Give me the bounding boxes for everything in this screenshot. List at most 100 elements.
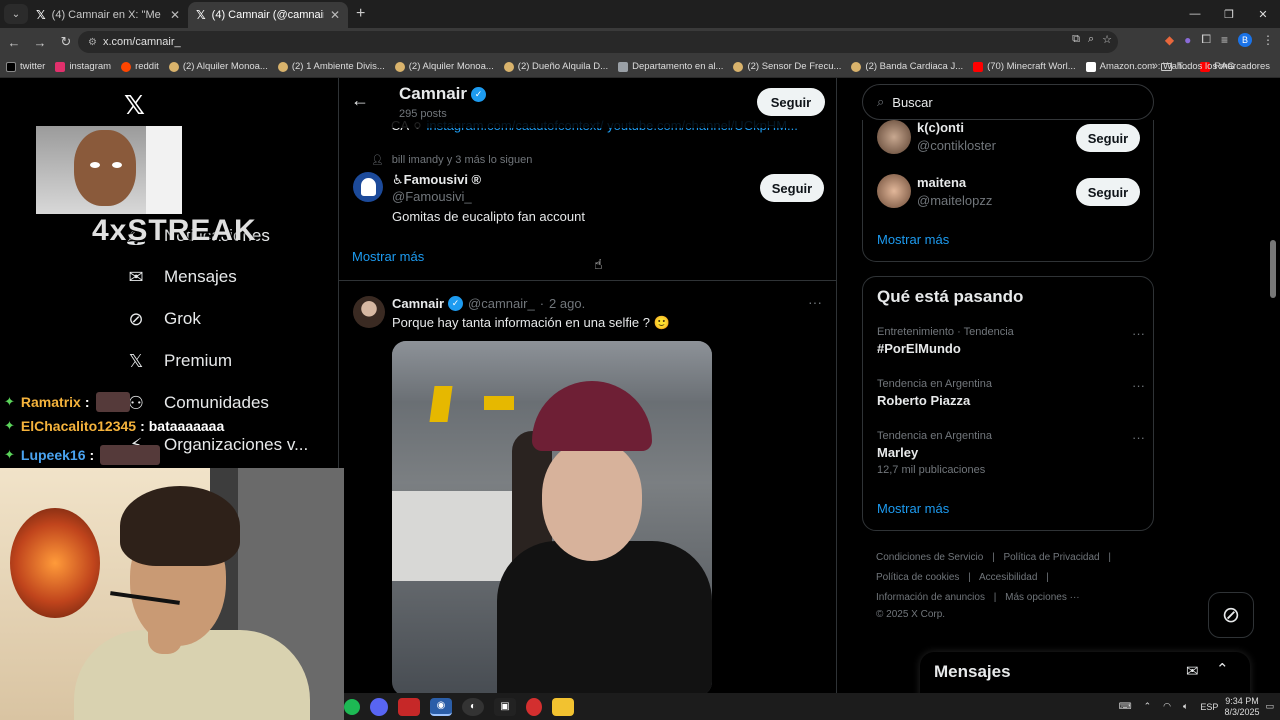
media-icon[interactable]: ≡ [1221, 33, 1228, 47]
bookmark-item[interactable]: (2) 1 Ambiente Divis... [277, 61, 385, 72]
bookmark-item[interactable]: (70) Minecraft Worl... [973, 61, 1076, 72]
close-window-icon[interactable]: ✕ [1246, 0, 1280, 28]
avatar[interactable] [877, 120, 911, 154]
sidebar-item-grok[interactable]: ⊘ Grok [124, 307, 200, 331]
follow-button[interactable]: Seguir [1076, 124, 1140, 152]
bookmark-item[interactable]: (2) Alquiler Monoa... [394, 61, 494, 72]
verified-badge-icon: ✓ [471, 86, 487, 102]
bookmark-item[interactable]: reddit [121, 61, 159, 72]
bookmark-item[interactable]: Departamento en al... [618, 61, 723, 72]
new-message-icon[interactable]: ✉ [1186, 662, 1199, 680]
chrome-icon[interactable]: ◉ [430, 697, 452, 716]
close-icon[interactable]: ✕ [330, 8, 340, 22]
follow-button[interactable]: Seguir [757, 88, 825, 116]
menu-icon[interactable]: ⋮ [1262, 33, 1274, 47]
more-options-icon[interactable]: ··· [1132, 326, 1145, 341]
tab-2[interactable]: 𝕏 (4) Camnair (@camnair_) / X ✕ [188, 2, 348, 28]
trend-item[interactable]: Tendencia en Argentina Marley 12,7 mil p… [877, 430, 1145, 476]
new-tab-button[interactable]: + [356, 5, 365, 23]
suggested-user-name[interactable]: ♿Famousivi ® [392, 172, 481, 188]
grok-fab-icon[interactable]: ⊘ [1208, 592, 1254, 638]
bookmark-item[interactable]: (2) Alquiler Monoa... [168, 61, 268, 72]
x-home-logo-icon[interactable]: 𝕏 [124, 90, 145, 121]
browser-toolbar: ← → ↻ ⚙ x.com/camnair_ ⧉ ⌕ ☆ ◆ ● ⧠ ≡ B ⋮ [0, 28, 1280, 56]
trends-box: Qué está pasando Entretenimiento · Tende… [862, 276, 1154, 531]
reload-icon[interactable]: ↻ [54, 30, 78, 54]
opera-icon[interactable] [526, 697, 542, 716]
tweet-image[interactable] [392, 341, 712, 693]
more-options-icon[interactable]: ··· [1132, 378, 1145, 393]
back-icon[interactable]: ← [2, 30, 26, 54]
site-info-icon[interactable]: ⚙ [88, 37, 97, 48]
tab-1[interactable]: 𝕏 (4) Camnair en X: "Me gustaría ✕ [28, 2, 188, 28]
who-handle: @contikloster [917, 138, 996, 153]
more-options-icon[interactable]: ··· [808, 294, 822, 310]
address-bar[interactable]: ⚙ x.com/camnair_ ⧉ ⌕ ☆ [78, 31, 1118, 53]
all-bookmarks-folder[interactable]: Todos los marcadores [1161, 61, 1270, 72]
who-name[interactable]: maitena [917, 175, 966, 190]
obs-icon[interactable]: ◐ [462, 697, 484, 716]
extension-icon[interactable]: ◆ [1165, 33, 1174, 47]
forward-icon[interactable]: → [28, 30, 52, 54]
more-options-link[interactable]: Más opciones ··· [1005, 592, 1079, 603]
sidebar-item-messages[interactable]: ✉ Mensajes [124, 265, 236, 289]
tweet-date[interactable]: 2 ago. [549, 296, 585, 311]
more-bookmarks-button[interactable]: » [1152, 60, 1158, 72]
follow-button[interactable]: Seguir [760, 174, 824, 202]
scrollbar-thumb[interactable] [1270, 240, 1276, 298]
bookmark-item[interactable]: (2) Banda Cardiaca J... [851, 61, 963, 72]
system-tray: ⌨ ⌃ ◠ 🔈︎ ESP 9:34 PM 8/3/2025 ▭ [1113, 693, 1280, 720]
accessibility-link[interactable]: Accesibilidad [979, 572, 1037, 583]
discord-icon[interactable] [370, 697, 388, 716]
cookies-link[interactable]: Política de cookies [876, 572, 959, 583]
voicemod-icon[interactable] [398, 697, 420, 716]
restore-icon[interactable]: ❐ [1212, 0, 1246, 28]
avatar[interactable] [353, 296, 385, 328]
expand-icon[interactable]: ⌃ [1216, 660, 1229, 678]
extension-icon[interactable]: ● [1184, 33, 1191, 47]
show-more-link[interactable]: Mostrar más [877, 501, 949, 516]
profile-avatar[interactable]: B [1238, 32, 1252, 47]
emote-icon [100, 445, 161, 465]
spotify-icon[interactable] [344, 698, 360, 715]
who-name[interactable]: k(c)onti [917, 120, 964, 135]
sidebar-item-label: Organizaciones v... [164, 435, 309, 454]
bookmark-item[interactable]: (2) Dueño Alquila D... [503, 61, 608, 72]
bookmark-item[interactable]: (2) Sensor De Frecu... [733, 61, 841, 72]
file-explorer-icon[interactable] [552, 697, 574, 716]
ads-info-link[interactable]: Información de anuncios [876, 592, 985, 603]
zoom-icon[interactable]: ⌕ [1088, 33, 1094, 46]
language-indicator[interactable]: ESP [1200, 702, 1218, 712]
keyboard-icon[interactable]: ⌨ [1119, 701, 1132, 712]
avatar[interactable] [353, 172, 383, 202]
show-more-link[interactable]: Mostrar más [877, 232, 949, 247]
suggested-user-handle: @Famousivi_ [392, 189, 472, 204]
wifi-icon[interactable]: ◠ [1163, 701, 1171, 712]
clock[interactable]: 9:34 PM 8/3/2025 [1224, 696, 1259, 718]
notifications-icon[interactable]: ▭ [1265, 701, 1274, 712]
close-icon[interactable]: ✕ [170, 8, 180, 22]
app-icon[interactable]: ▣ [494, 697, 516, 716]
extensions-puzzle-icon[interactable]: ⧠ [1201, 32, 1211, 47]
install-icon[interactable]: ⧉ [1072, 33, 1080, 46]
chevron-up-icon[interactable]: ⌃ [1144, 701, 1152, 712]
volume-icon[interactable]: 🔈︎ [1183, 701, 1188, 712]
minimize-icon[interactable]: — [1178, 0, 1212, 28]
privacy-link[interactable]: Política de Privacidad [1003, 552, 1099, 563]
avatar[interactable] [877, 174, 911, 208]
back-arrow-icon[interactable]: ← [351, 90, 369, 111]
sidebar-item-premium[interactable]: 𝕏 Premium [124, 349, 232, 373]
sidebar-item-communities[interactable]: ⚇ Comunidades [124, 391, 269, 415]
show-more-link[interactable]: Mostrar más [352, 249, 424, 264]
tab-search-button[interactable]: ⌄ [4, 4, 28, 24]
more-options-icon[interactable]: ··· [1132, 430, 1145, 445]
trend-item[interactable]: Tendencia en Argentina Roberto Piazza ··… [877, 378, 1145, 408]
bookmark-star-icon[interactable]: ☆ [1102, 33, 1112, 46]
follow-button[interactable]: Seguir [1076, 178, 1140, 206]
search-input[interactable]: ⌕ Buscar [862, 84, 1154, 120]
bookmark-item[interactable]: instagram [55, 61, 111, 72]
terms-link[interactable]: Condiciones de Servicio [876, 552, 983, 563]
bookmark-item[interactable]: twitter [6, 61, 45, 72]
tweet-author[interactable]: Camnair [392, 296, 444, 311]
trend-item[interactable]: Entretenimiento · Tendencia #PorElMundo … [877, 326, 1145, 356]
